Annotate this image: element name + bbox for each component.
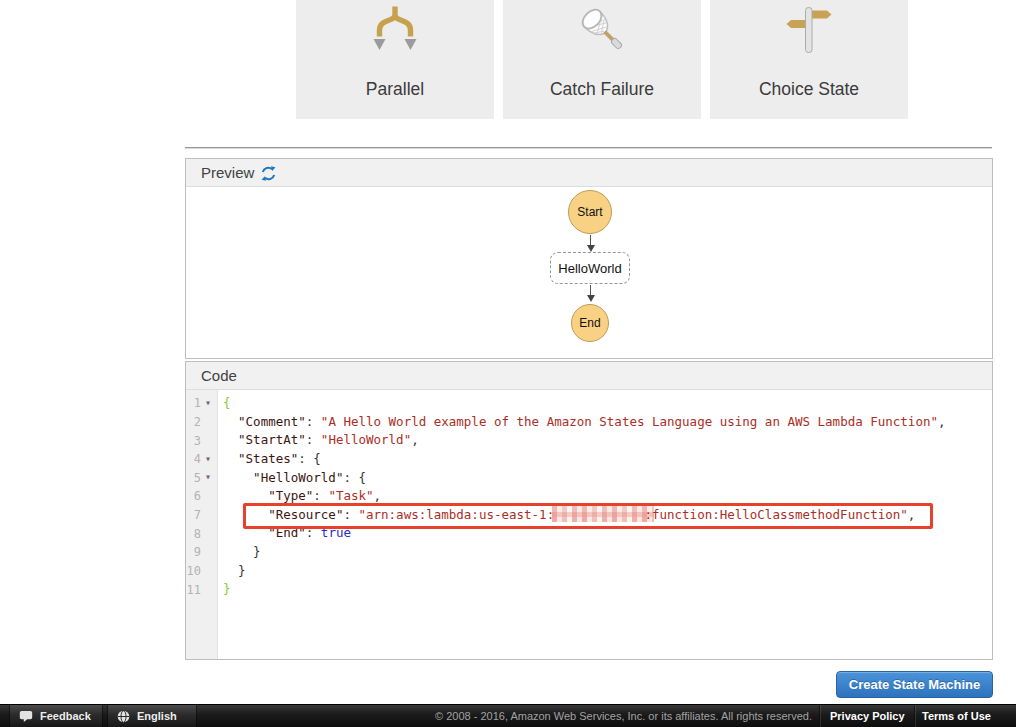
code-title: Code [201, 367, 237, 384]
gutter-row: 6 [186, 487, 217, 506]
blueprint-card-choice-state[interactable]: Choice State [710, 0, 908, 119]
state-diagram: Start HelloWorld End [186, 159, 992, 358]
copyright-text: © 2008 - 2016, Amazon Web Services, Inc.… [435, 705, 812, 727]
line-number: 9 [186, 545, 201, 559]
gutter-row: 3 [186, 431, 217, 450]
fold-arrow-icon[interactable]: ▾ [201, 453, 215, 464]
footer-bar: Feedback English © 2008 - 2016, Amazon W… [0, 704, 1016, 727]
gutter-row: 2 [186, 413, 217, 432]
line-number: 3 [186, 434, 201, 448]
feedback-label: Feedback [40, 710, 91, 722]
code-line[interactable]: "StartAt": "HelloWorld", [223, 431, 946, 450]
start-label: Start [577, 205, 602, 219]
terms-of-use-link[interactable]: Terms of Use [922, 705, 991, 727]
create-state-machine-button[interactable]: Create State Machine [836, 671, 993, 698]
fold-arrow-icon[interactable]: ▾ [201, 471, 215, 482]
gutter-row: 7 [186, 506, 217, 525]
footer-divider [914, 705, 916, 727]
line-number: 6 [186, 489, 201, 503]
fold-arrow-icon[interactable]: ▾ [201, 397, 215, 408]
gutter-row: 9 [186, 543, 217, 562]
parallel-icon [296, 3, 494, 53]
globe-icon [117, 710, 130, 723]
gutter-row: 1▾ [186, 394, 217, 413]
line-number: 10 [186, 564, 201, 578]
highlight-annotation-box [243, 503, 933, 529]
editor-gutter: 1▾234▾5▾67891011 [186, 390, 218, 659]
code-header: Code [186, 362, 992, 390]
choice-signpost-icon [710, 3, 908, 57]
code-line[interactable]: "Comment": "A Hello World example of the… [223, 413, 946, 432]
line-number: 5 [186, 471, 201, 485]
line-number: 4 [186, 452, 201, 466]
line-number: 8 [186, 527, 201, 541]
preview-panel: Preview Start HelloWorld End [185, 158, 993, 359]
catch-net-icon [503, 3, 701, 57]
blueprint-card-catch-failure[interactable]: Catch Failure [503, 0, 701, 119]
gutter-row: 8 [186, 524, 217, 543]
diagram-arrowhead [587, 245, 595, 252]
diagram-task-node: HelloWorld [550, 252, 630, 284]
code-panel: Code 1▾234▾5▾67891011 { "Comment": "A He… [185, 361, 993, 660]
blueprint-label: Parallel [296, 79, 494, 100]
language-label: English [137, 710, 177, 722]
language-button[interactable]: English [107, 705, 197, 727]
privacy-policy-link[interactable]: Privacy Policy [830, 705, 905, 727]
line-number: 7 [186, 508, 201, 522]
line-number: 2 [186, 415, 201, 429]
line-number: 11 [186, 583, 201, 597]
code-line[interactable]: { [223, 394, 946, 413]
blueprint-card-parallel[interactable]: Parallel [296, 0, 494, 119]
blueprint-label: Choice State [710, 79, 908, 100]
diagram-start-node: Start [568, 190, 612, 234]
blueprint-label: Catch Failure [503, 79, 701, 100]
feedback-button[interactable]: Feedback [9, 705, 103, 727]
code-line[interactable]: "States": { [223, 450, 946, 469]
section-divider [185, 147, 992, 148]
code-editor[interactable]: 1▾234▾5▾67891011 { "Comment": "A Hello W… [186, 390, 992, 659]
code-line[interactable]: } [223, 562, 946, 581]
code-line[interactable]: } [223, 580, 946, 599]
gutter-row: 4▾ [186, 450, 217, 469]
diagram-end-node: End [571, 304, 609, 342]
diagram-arrowhead [587, 295, 595, 302]
line-number: 1 [186, 396, 201, 410]
end-label: End [579, 316, 600, 330]
code-line[interactable]: } [223, 543, 946, 562]
footer-divider [819, 705, 821, 727]
gutter-row: 5▾ [186, 469, 217, 488]
code-line[interactable]: "HelloWorld": { [223, 469, 946, 488]
task-label: HelloWorld [558, 261, 621, 276]
gutter-row: 10 [186, 562, 217, 581]
gutter-row: 11 [186, 580, 217, 599]
feedback-bubble-icon [19, 710, 33, 723]
